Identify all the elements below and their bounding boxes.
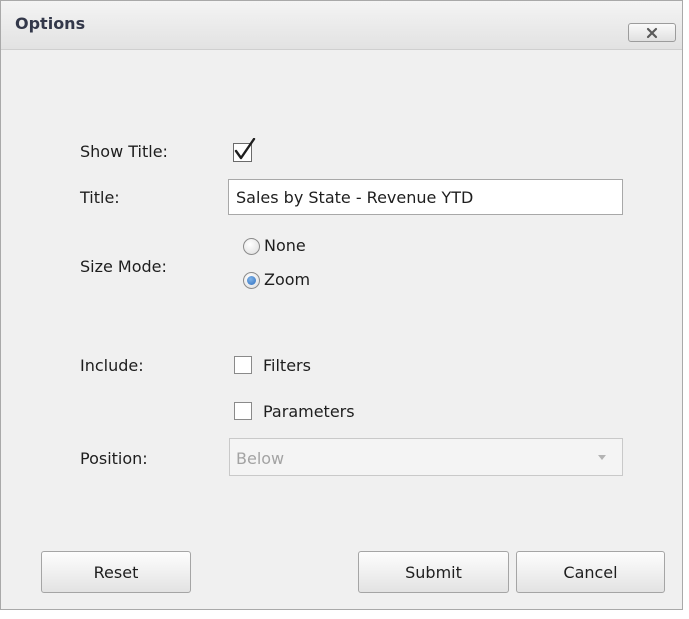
include-label: Include: — [80, 356, 144, 375]
show-title-checkbox[interactable] — [233, 137, 257, 162]
parameters-label[interactable]: Parameters — [263, 402, 355, 421]
submit-button[interactable]: Submit — [358, 551, 509, 593]
dialog-titlebar: Options — [1, 1, 682, 50]
dialog-title: Options — [15, 14, 86, 33]
options-dialog: Options Show Title: Title: Sales by Stat… — [0, 0, 683, 610]
position-select-value: Below — [236, 449, 285, 468]
reset-button[interactable]: Reset — [41, 551, 191, 593]
size-mode-zoom-label[interactable]: Zoom — [264, 270, 310, 289]
size-mode-label: Size Mode: — [80, 257, 167, 276]
title-input[interactable]: Sales by State - Revenue YTD — [228, 179, 623, 215]
close-button[interactable] — [628, 23, 676, 42]
size-mode-none-label[interactable]: None — [264, 236, 306, 255]
filters-checkbox[interactable] — [234, 356, 252, 374]
chevron-down-icon — [598, 455, 606, 460]
size-mode-zoom-radio[interactable] — [243, 272, 260, 289]
size-mode-none-radio[interactable] — [243, 238, 260, 255]
title-label: Title: — [80, 188, 120, 207]
parameters-checkbox[interactable] — [234, 402, 252, 420]
position-label: Position: — [80, 449, 148, 468]
close-icon — [646, 27, 658, 38]
show-title-label: Show Title: — [80, 142, 168, 161]
filters-label[interactable]: Filters — [263, 356, 311, 375]
checkmark-icon — [233, 137, 256, 162]
cancel-button[interactable]: Cancel — [516, 551, 665, 593]
position-select[interactable]: Below — [229, 438, 623, 476]
